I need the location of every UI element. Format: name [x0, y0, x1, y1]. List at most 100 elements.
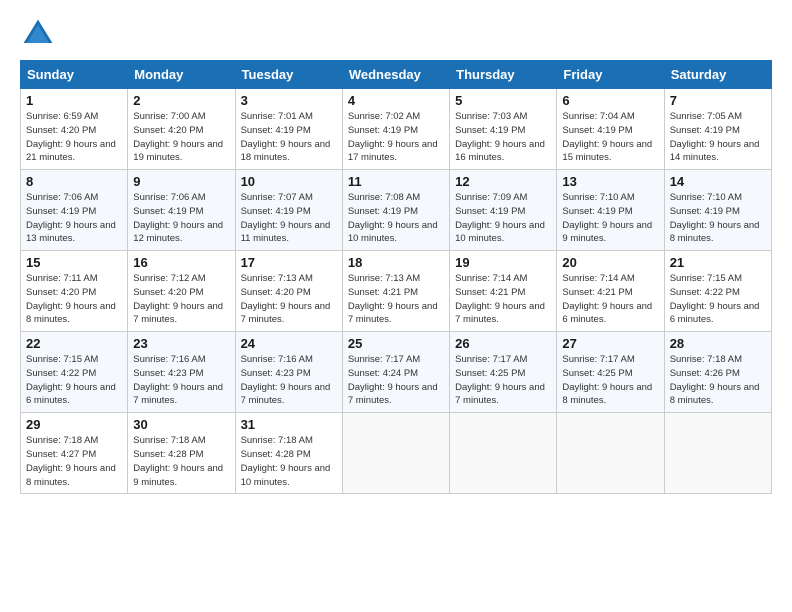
calendar-cell: 3 Sunrise: 7:01 AMSunset: 4:19 PMDaylight…	[235, 89, 342, 170]
day-number: 9	[133, 174, 229, 189]
day-info: Sunrise: 7:18 AMSunset: 4:26 PMDaylight:…	[670, 353, 766, 408]
day-info: Sunrise: 7:17 AMSunset: 4:24 PMDaylight:…	[348, 353, 444, 408]
column-header-tuesday: Tuesday	[235, 61, 342, 89]
day-number: 2	[133, 93, 229, 108]
day-info: Sunrise: 7:15 AMSunset: 4:22 PMDaylight:…	[26, 353, 122, 408]
day-number: 30	[133, 417, 229, 432]
calendar-week-row: 8 Sunrise: 7:06 AMSunset: 4:19 PMDaylight…	[21, 170, 772, 251]
day-number: 31	[241, 417, 337, 432]
column-header-wednesday: Wednesday	[342, 61, 449, 89]
day-info: Sunrise: 7:18 AMSunset: 4:28 PMDaylight:…	[241, 434, 337, 489]
calendar-week-row: 29 Sunrise: 7:18 AMSunset: 4:27 PMDayligh…	[21, 413, 772, 494]
calendar-cell: 5 Sunrise: 7:03 AMSunset: 4:19 PMDaylight…	[450, 89, 557, 170]
day-number: 4	[348, 93, 444, 108]
calendar-cell	[664, 413, 771, 494]
day-info: Sunrise: 7:13 AMSunset: 4:21 PMDaylight:…	[348, 272, 444, 327]
day-number: 19	[455, 255, 551, 270]
day-number: 24	[241, 336, 337, 351]
day-number: 10	[241, 174, 337, 189]
calendar-cell: 1 Sunrise: 6:59 AMSunset: 4:20 PMDaylight…	[21, 89, 128, 170]
day-info: Sunrise: 6:59 AMSunset: 4:20 PMDaylight:…	[26, 110, 122, 165]
calendar-cell: 6Sunrise: 7:04 AMSunset: 4:19 PMDaylight…	[557, 89, 664, 170]
day-number: 20	[562, 255, 658, 270]
calendar-week-row: 22 Sunrise: 7:15 AMSunset: 4:22 PMDayligh…	[21, 332, 772, 413]
day-info: Sunrise: 7:16 AMSunset: 4:23 PMDaylight:…	[133, 353, 229, 408]
day-info: Sunrise: 7:01 AMSunset: 4:19 PMDaylight:…	[241, 110, 337, 165]
calendar-cell: 20 Sunrise: 7:14 AMSunset: 4:21 PMDayligh…	[557, 251, 664, 332]
day-info: Sunrise: 7:11 AMSunset: 4:20 PMDaylight:…	[26, 272, 122, 327]
day-number: 22	[26, 336, 122, 351]
calendar-cell: 26Sunrise: 7:17 AMSunset: 4:25 PMDayligh…	[450, 332, 557, 413]
calendar-cell: 14 Sunrise: 7:10 AMSunset: 4:19 PMDayligh…	[664, 170, 771, 251]
day-number: 8	[26, 174, 122, 189]
day-info: Sunrise: 7:14 AMSunset: 4:21 PMDaylight:…	[455, 272, 551, 327]
day-info: Sunrise: 7:04 AMSunset: 4:19 PMDaylight:…	[562, 110, 658, 165]
day-info: Sunrise: 7:12 AMSunset: 4:20 PMDaylight:…	[133, 272, 229, 327]
column-header-saturday: Saturday	[664, 61, 771, 89]
calendar-cell: 8 Sunrise: 7:06 AMSunset: 4:19 PMDaylight…	[21, 170, 128, 251]
calendar-cell: 9 Sunrise: 7:06 AMSunset: 4:19 PMDaylight…	[128, 170, 235, 251]
calendar-cell: 4 Sunrise: 7:02 AMSunset: 4:19 PMDaylight…	[342, 89, 449, 170]
day-info: Sunrise: 7:13 AMSunset: 4:20 PMDaylight:…	[241, 272, 337, 327]
day-number: 13	[562, 174, 658, 189]
calendar-cell: 2 Sunrise: 7:00 AMSunset: 4:20 PMDaylight…	[128, 89, 235, 170]
calendar-cell: 24Sunrise: 7:16 AMSunset: 4:23 PMDayligh…	[235, 332, 342, 413]
calendar-cell: 16 Sunrise: 7:12 AMSunset: 4:20 PMDayligh…	[128, 251, 235, 332]
day-info: Sunrise: 7:03 AMSunset: 4:19 PMDaylight:…	[455, 110, 551, 165]
column-header-thursday: Thursday	[450, 61, 557, 89]
page-header	[20, 16, 772, 52]
calendar-cell: 19 Sunrise: 7:14 AMSunset: 4:21 PMDayligh…	[450, 251, 557, 332]
day-info: Sunrise: 7:09 AMSunset: 4:19 PMDaylight:…	[455, 191, 551, 246]
day-info: Sunrise: 7:06 AMSunset: 4:19 PMDaylight:…	[133, 191, 229, 246]
day-info: Sunrise: 7:05 AMSunset: 4:19 PMDaylight:…	[670, 110, 766, 165]
day-number: 11	[348, 174, 444, 189]
calendar-cell: 27Sunrise: 7:17 AMSunset: 4:25 PMDayligh…	[557, 332, 664, 413]
day-number: 7	[670, 93, 766, 108]
day-number: 17	[241, 255, 337, 270]
calendar-cell: 23 Sunrise: 7:16 AMSunset: 4:23 PMDayligh…	[128, 332, 235, 413]
calendar-cell: 17 Sunrise: 7:13 AMSunset: 4:20 PMDayligh…	[235, 251, 342, 332]
day-info: Sunrise: 7:14 AMSunset: 4:21 PMDaylight:…	[562, 272, 658, 327]
calendar-cell: 11 Sunrise: 7:08 AMSunset: 4:19 PMDayligh…	[342, 170, 449, 251]
calendar-cell: 28 Sunrise: 7:18 AMSunset: 4:26 PMDayligh…	[664, 332, 771, 413]
calendar-week-row: 15 Sunrise: 7:11 AMSunset: 4:20 PMDayligh…	[21, 251, 772, 332]
day-number: 1	[26, 93, 122, 108]
day-number: 25	[348, 336, 444, 351]
day-info: Sunrise: 7:17 AMSunset: 4:25 PMDaylight:…	[562, 353, 658, 408]
day-number: 5	[455, 93, 551, 108]
day-info: Sunrise: 7:18 AMSunset: 4:27 PMDaylight:…	[26, 434, 122, 489]
calendar-cell: 12 Sunrise: 7:09 AMSunset: 4:19 PMDayligh…	[450, 170, 557, 251]
calendar-header-row: SundayMondayTuesdayWednesdayThursdayFrid…	[21, 61, 772, 89]
calendar-cell: 29 Sunrise: 7:18 AMSunset: 4:27 PMDayligh…	[21, 413, 128, 494]
day-info: Sunrise: 7:08 AMSunset: 4:19 PMDaylight:…	[348, 191, 444, 246]
day-number: 16	[133, 255, 229, 270]
day-number: 28	[670, 336, 766, 351]
day-number: 3	[241, 93, 337, 108]
day-info: Sunrise: 7:06 AMSunset: 4:19 PMDaylight:…	[26, 191, 122, 246]
column-header-sunday: Sunday	[21, 61, 128, 89]
calendar-cell	[557, 413, 664, 494]
calendar-week-row: 1 Sunrise: 6:59 AMSunset: 4:20 PMDaylight…	[21, 89, 772, 170]
day-number: 12	[455, 174, 551, 189]
calendar-cell: 30Sunrise: 7:18 AMSunset: 4:28 PMDayligh…	[128, 413, 235, 494]
calendar-cell: 31 Sunrise: 7:18 AMSunset: 4:28 PMDayligh…	[235, 413, 342, 494]
day-number: 23	[133, 336, 229, 351]
day-info: Sunrise: 7:07 AMSunset: 4:19 PMDaylight:…	[241, 191, 337, 246]
day-number: 21	[670, 255, 766, 270]
day-number: 15	[26, 255, 122, 270]
calendar-cell: 10 Sunrise: 7:07 AMSunset: 4:19 PMDayligh…	[235, 170, 342, 251]
day-info: Sunrise: 7:00 AMSunset: 4:20 PMDaylight:…	[133, 110, 229, 165]
calendar-table: SundayMondayTuesdayWednesdayThursdayFrid…	[20, 60, 772, 494]
calendar-cell	[450, 413, 557, 494]
logo	[20, 16, 60, 52]
day-info: Sunrise: 7:10 AMSunset: 4:19 PMDaylight:…	[670, 191, 766, 246]
day-number: 29	[26, 417, 122, 432]
day-number: 14	[670, 174, 766, 189]
day-info: Sunrise: 7:10 AMSunset: 4:19 PMDaylight:…	[562, 191, 658, 246]
day-info: Sunrise: 7:15 AMSunset: 4:22 PMDaylight:…	[670, 272, 766, 327]
column-header-friday: Friday	[557, 61, 664, 89]
day-info: Sunrise: 7:02 AMSunset: 4:19 PMDaylight:…	[348, 110, 444, 165]
day-number: 18	[348, 255, 444, 270]
calendar-cell: 21 Sunrise: 7:15 AMSunset: 4:22 PMDayligh…	[664, 251, 771, 332]
calendar-cell: 13 Sunrise: 7:10 AMSunset: 4:19 PMDayligh…	[557, 170, 664, 251]
